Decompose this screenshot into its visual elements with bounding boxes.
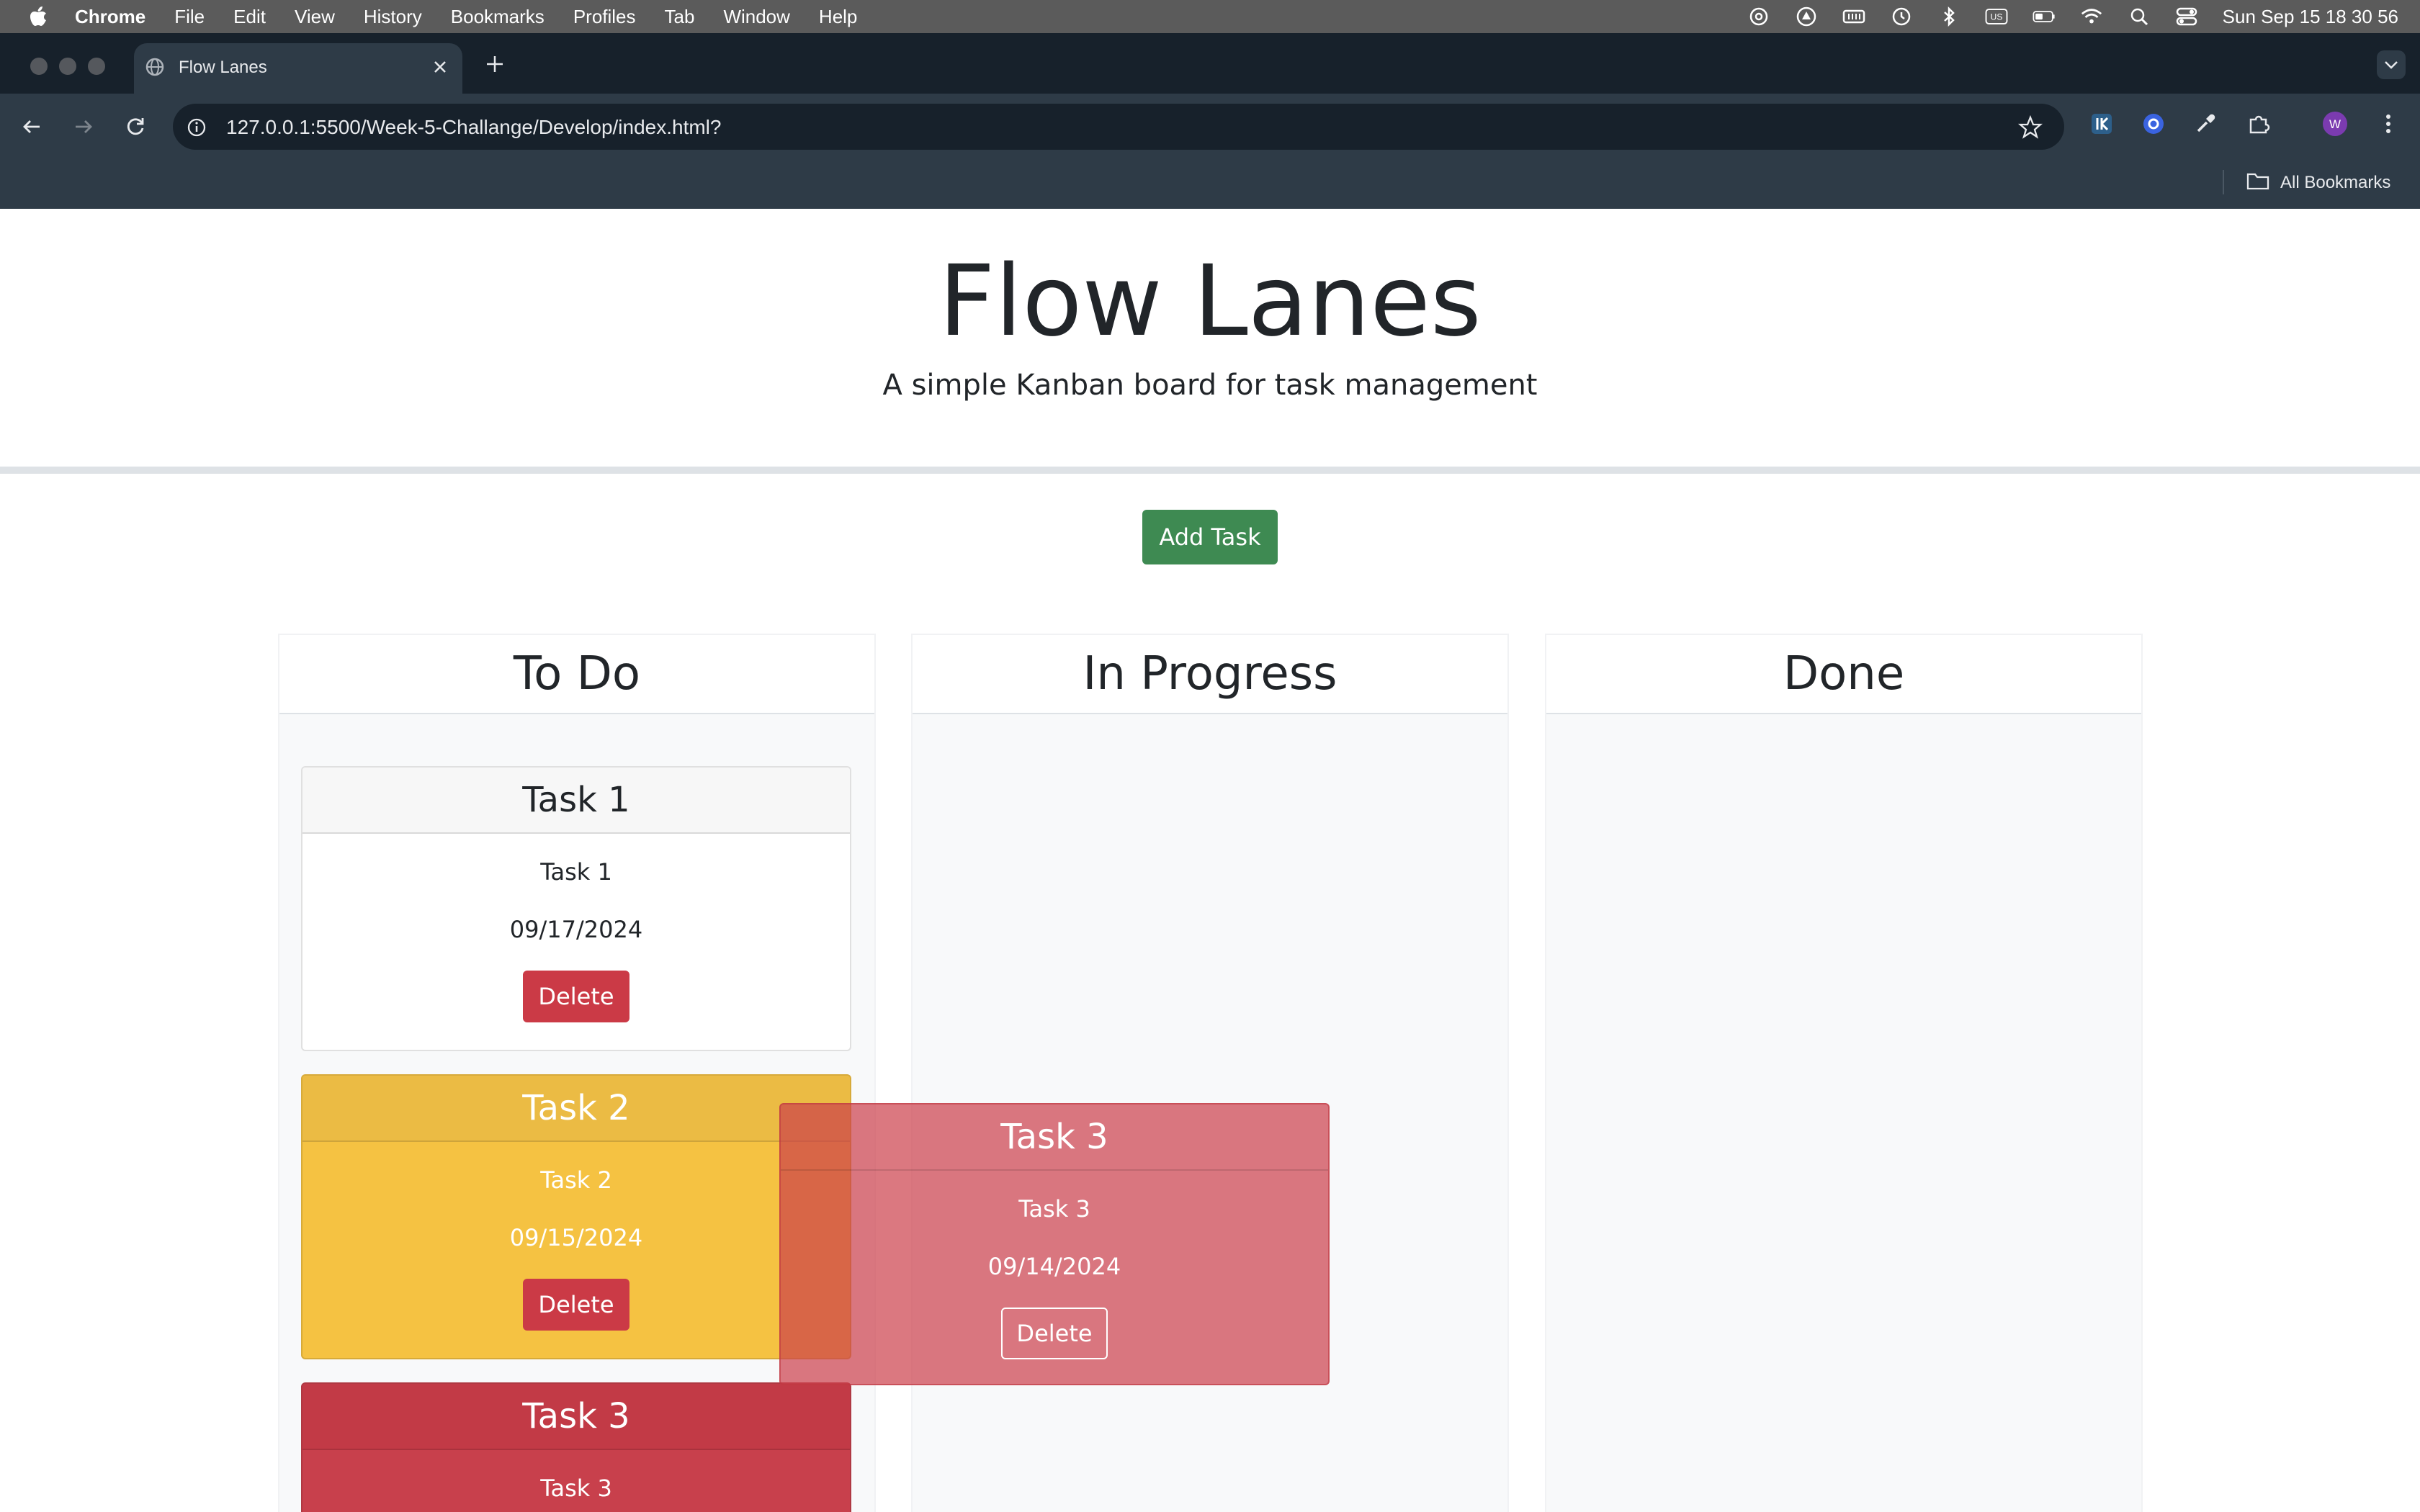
menu-app-name[interactable]: Chrome [75,6,145,28]
dragging-card-description: Task 3 [1018,1195,1090,1223]
menu-profiles[interactable]: Profiles [573,6,636,28]
drive-icon[interactable] [1795,6,1818,27]
bookmarks-bar: All Bookmarks [0,160,2420,209]
task-card[interactable]: Task 1 Task 1 09/17/2024 Delete [301,766,851,1051]
menu-bar-clock[interactable]: Sun Sep 15 18 30 56 [2223,6,2398,28]
menu-help[interactable]: Help [819,6,857,28]
task-card-due-date: 09/17/2024 [509,916,643,943]
window-zoom-button[interactable] [88,58,105,75]
menu-tab[interactable]: Tab [665,6,695,28]
bookmark-star-icon[interactable] [2017,114,2043,140]
menu-window[interactable]: Window [723,6,789,28]
back-arrow-icon[interactable] [16,111,48,143]
menu-history[interactable]: History [364,6,422,28]
input-source-label: US [1990,12,2002,22]
page-title: Flow Lanes [938,245,1482,359]
chatgpt-icon[interactable] [1747,6,1770,27]
globe-icon [144,56,166,78]
profile-initial: W [2329,117,2341,131]
all-bookmarks-button[interactable]: All Bookmarks [2246,168,2390,197]
dragging-card-due-date: 09/14/2024 [987,1253,1121,1280]
task-card-description: Task 3 [540,1475,612,1502]
page-subtitle: A simple Kanban board for task managemen… [882,369,1538,402]
browser-tab-active[interactable]: Flow Lanes [134,43,462,94]
address-bar[interactable]: 127.0.0.1:5500/Week-5-Challange/Develop/… [173,104,2064,150]
memory-icon[interactable] [1842,6,1865,27]
close-tab-icon[interactable] [428,55,452,79]
task-card-title: Task 3 [302,1384,850,1450]
window-close-button[interactable] [30,58,48,75]
extension-circle-icon[interactable] [2139,109,2168,138]
page-viewport: Flow Lanes A simple Kanban board for tas… [0,209,2420,1512]
delete-button[interactable]: Delete [1001,1308,1108,1359]
add-task-button[interactable]: Add Task [1142,510,1278,564]
extension-kanban-icon[interactable] [2087,109,2116,138]
url-text[interactable]: 127.0.0.1:5500/Week-5-Challange/Develop/… [226,116,721,139]
bluetooth-icon[interactable] [1937,6,1960,27]
reload-icon[interactable] [120,111,151,143]
task-card-description: Task 1 [540,858,612,886]
lane-title-in-progress: In Progress [913,635,1507,714]
lane-title-todo: To Do [279,635,874,714]
forward-arrow-icon[interactable] [68,111,99,143]
menu-file[interactable]: File [174,6,205,28]
task-card-description: Task 2 [540,1166,612,1194]
delete-button[interactable]: Delete [523,971,629,1022]
window-minimize-button[interactable] [59,58,76,75]
apple-logo-icon[interactable] [29,6,49,27]
profile-avatar[interactable]: W [2321,109,2349,138]
control-center-icon[interactable] [2175,6,2198,27]
folder-icon [2246,171,2270,196]
tab-search-chevron-icon[interactable] [2377,50,2406,79]
dragging-task-card[interactable]: Task 3 Task 3 09/14/2024 Delete [779,1103,1330,1385]
menu-edit[interactable]: Edit [233,6,266,28]
input-source-icon[interactable]: US [1985,6,2008,27]
bookmarks-divider [2223,170,2224,194]
browser-toolbar: 127.0.0.1:5500/Week-5-Challange/Develop/… [0,94,2420,160]
task-card-title: Task 1 [302,768,850,834]
menu-view[interactable]: View [295,6,335,28]
menu-bookmarks[interactable]: Bookmarks [451,6,544,28]
dragging-card-title: Task 3 [781,1104,1328,1171]
site-info-icon[interactable] [186,117,207,138]
header-divider [0,467,2420,474]
time-machine-icon[interactable] [1890,6,1913,27]
task-card[interactable]: Task 3 Task 3 [301,1382,851,1512]
spotlight-search-icon[interactable] [2128,6,2151,27]
new-tab-plus-icon[interactable] [483,52,507,76]
menu-bar-status-area: US Sun Sep 15 18 30 56 [1747,0,2398,33]
wifi-icon[interactable] [2080,6,2103,27]
extensions-puzzle-icon[interactable] [2244,109,2273,138]
task-card-title: Task 2 [302,1076,850,1142]
lane-done[interactable]: Done [1545,634,2143,1512]
tab-title: Flow Lanes [179,58,267,77]
delete-button[interactable]: Delete [523,1279,629,1331]
eyedropper-icon[interactable] [2191,109,2220,138]
macos-menu-bar: Chrome File Edit View History Bookmarks … [0,0,2420,33]
lane-title-done: Done [1546,635,2141,714]
kebab-menu-icon[interactable] [2374,109,2403,138]
all-bookmarks-label: All Bookmarks [2280,173,2391,192]
task-card-due-date: 09/15/2024 [509,1224,643,1251]
battery-icon[interactable] [2033,6,2056,27]
task-card[interactable]: Task 2 Task 2 09/15/2024 Delete [301,1074,851,1359]
